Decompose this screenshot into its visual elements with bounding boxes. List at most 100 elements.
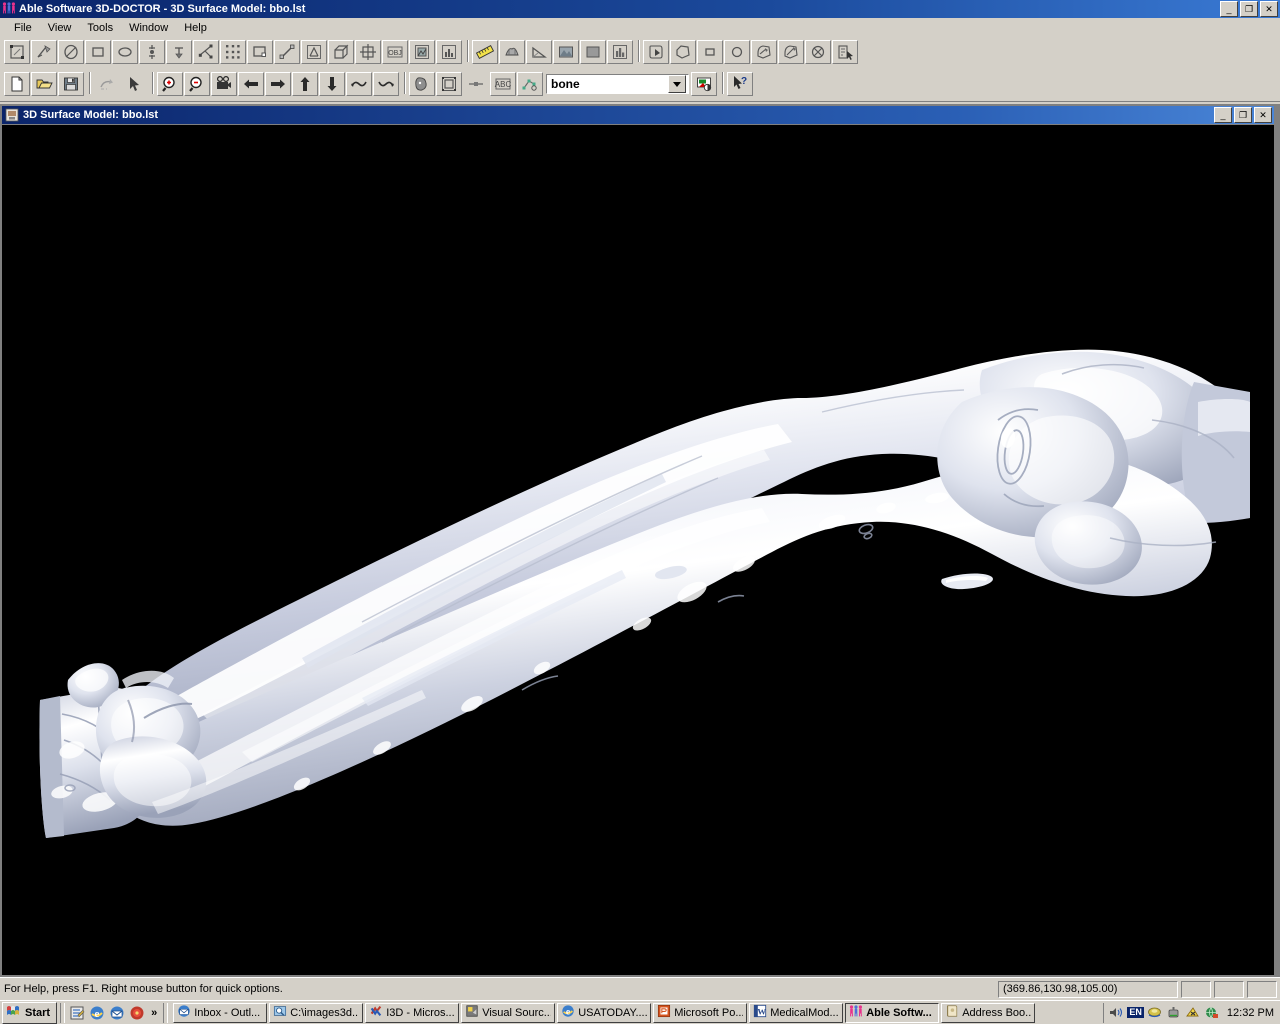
context-help-button[interactable]: ? (727, 72, 753, 96)
antivirus-shield-icon[interactable] (1185, 1005, 1201, 1021)
delete-roi-tool[interactable] (805, 40, 831, 64)
menu-item-help[interactable]: Help (176, 20, 215, 36)
abc-text-button[interactable]: ABC (490, 72, 516, 96)
add-roi-tool[interactable] (751, 40, 777, 64)
app-minimize-button[interactable]: _ (1220, 1, 1238, 17)
menu-item-tools[interactable]: Tools (79, 20, 121, 36)
task-inbox-outlook[interactable]: Inbox - Outl... (173, 1002, 268, 1023)
task-address-book[interactable]: Address Boo... (941, 1002, 1036, 1023)
roi-select-tool[interactable] (832, 40, 858, 64)
region-grow-tool[interactable] (643, 40, 669, 64)
status-pane-4 (1247, 980, 1277, 998)
network-disk-icon[interactable] (1147, 1005, 1163, 1021)
pan-left-button[interactable] (238, 72, 264, 96)
bar-chart-tool[interactable] (607, 40, 633, 64)
chevron-down-icon[interactable] (668, 75, 686, 93)
add-point-above-tool[interactable] (139, 40, 165, 64)
boundary-box-tool[interactable] (247, 40, 273, 64)
taskbar-clock[interactable]: 12:32 PM (1223, 1007, 1274, 1019)
rect-roi-tool[interactable] (697, 40, 723, 64)
add-point-below-tool[interactable] (166, 40, 192, 64)
standard-separator-2 (148, 72, 157, 96)
landmark-tool[interactable] (301, 40, 327, 64)
safely-remove-hardware-icon[interactable] (1166, 1005, 1182, 1021)
color-palette-button[interactable] (691, 72, 717, 96)
pan-up-button[interactable] (292, 72, 318, 96)
app-close-button[interactable]: ✕ (1260, 1, 1278, 17)
ruler-tool[interactable] (472, 40, 498, 64)
start-button[interactable]: Start (2, 1001, 58, 1024)
task-images3d-folder[interactable]: C:\images3d... (269, 1002, 364, 1023)
taskbar: Start e » Inbox - Outl... C:\images3d...… (0, 1000, 1280, 1024)
subtract-roi-tool[interactable] (778, 40, 804, 64)
app-maximize-button[interactable]: ❐ (1240, 1, 1258, 17)
fill-solid-tool[interactable] (580, 40, 606, 64)
picture-tool[interactable] (553, 40, 579, 64)
task-visual-source[interactable]: Visual Sourc... (461, 1002, 556, 1023)
3d-model-document-icon (5, 108, 19, 122)
extrude-tool[interactable] (328, 40, 354, 64)
rotate-cw-button[interactable] (373, 72, 399, 96)
angle-tool[interactable] (526, 40, 552, 64)
menu-item-view[interactable]: View (40, 20, 80, 36)
status-help-text: For Help, press F1. Right mouse button f… (4, 983, 283, 995)
desktop-notes-icon[interactable] (68, 1004, 86, 1022)
display-globe-icon[interactable] (1204, 1005, 1220, 1021)
draw-rectangle-tool[interactable] (85, 40, 111, 64)
task-i3d-microsoft[interactable]: I3D - Micros... (365, 1002, 460, 1023)
outlook-mail-icon[interactable] (108, 1004, 126, 1022)
polygon-roi-tool[interactable] (670, 40, 696, 64)
grid-tool[interactable] (355, 40, 381, 64)
draw-ellipse-tool[interactable] (112, 40, 138, 64)
pan-right-button[interactable] (265, 72, 291, 96)
ie-e-icon[interactable]: e (88, 1004, 106, 1022)
animate-button[interactable] (211, 72, 237, 96)
folder-search-icon (273, 1004, 287, 1021)
open-file-button[interactable] (31, 72, 57, 96)
mdi-minimize-button[interactable]: _ (1214, 107, 1232, 123)
status-bar: For Help, press F1. Right mouse button f… (0, 977, 1280, 1000)
task-usatoday[interactable]: e USATODAY.... (557, 1002, 652, 1023)
quick-launch-more-button[interactable]: » (148, 1007, 160, 1019)
mdi-close-button[interactable]: ✕ (1254, 107, 1272, 123)
en-language-badge[interactable]: EN (1127, 1007, 1144, 1018)
zoom-out-button[interactable] (184, 72, 210, 96)
vector-points-button[interactable] (517, 72, 543, 96)
standard-separator-4 (718, 72, 727, 96)
select-region-tool[interactable] (4, 40, 30, 64)
scatter-points-tool[interactable] (220, 40, 246, 64)
histogram-tool[interactable] (436, 40, 462, 64)
menu-item-window[interactable]: Window (121, 20, 176, 36)
3d-surface-model-viewport[interactable] (2, 125, 1274, 975)
speaker-volume-icon[interactable] (1108, 1005, 1124, 1021)
zoom-in-button[interactable] (157, 72, 183, 96)
new-file-button[interactable] (4, 72, 30, 96)
task-microsoft-powerpoint[interactable]: Microsoft Po... (653, 1002, 748, 1023)
draw-line-tool[interactable] (31, 40, 57, 64)
object-list-tool[interactable]: OBJ (382, 40, 408, 64)
menu-item-file[interactable]: File (6, 20, 40, 36)
measure-distance-tool[interactable] (274, 40, 300, 64)
render-head-button[interactable] (409, 72, 435, 96)
slice-button[interactable] (463, 72, 489, 96)
toolbar-separator-2 (634, 40, 643, 64)
media-orb-icon[interactable] (128, 1004, 146, 1022)
circle-roi-tool[interactable] (724, 40, 750, 64)
polyline-tool[interactable] (193, 40, 219, 64)
object-select-combo[interactable]: bone (546, 74, 689, 94)
rotate-ccw-button[interactable] (346, 72, 372, 96)
surface-render-tool[interactable] (499, 40, 525, 64)
app-window-controls: _ ❐ ✕ (1220, 1, 1280, 17)
task-label: Visual Sourc... (482, 1006, 552, 1019)
save-file-button[interactable] (58, 72, 84, 96)
app-title-bar: Able Software 3D-DOCTOR - 3D Surface Mod… (0, 0, 1280, 18)
undo-button[interactable] (94, 72, 120, 96)
task-medicalmodel-word[interactable]: W MedicalMod... (749, 1002, 844, 1023)
task-able-software[interactable]: Able Softw... (845, 1002, 940, 1023)
fit-window-button[interactable] (436, 72, 462, 96)
pointer-button[interactable] (121, 72, 147, 96)
pan-down-button[interactable] (319, 72, 345, 96)
draw-freehand-tool[interactable] (58, 40, 84, 64)
image-frame-tool[interactable] (409, 40, 435, 64)
mdi-restore-button[interactable]: ❐ (1234, 107, 1252, 123)
